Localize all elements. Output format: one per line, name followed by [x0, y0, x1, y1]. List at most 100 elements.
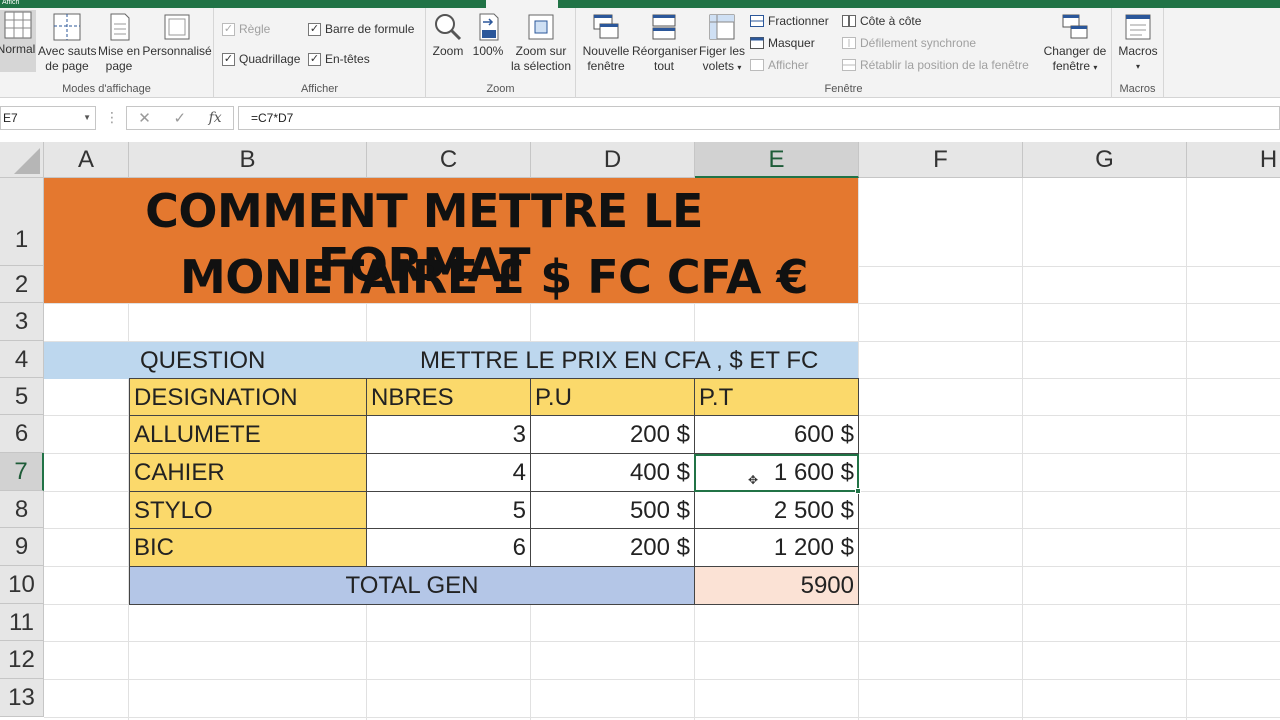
unhide-window-button[interactable]: Afficher: [750, 58, 808, 72]
pt-cell[interactable]: 1 200 $: [694, 528, 859, 567]
gridlines-checkbox-row[interactable]: ✓ Quadrillage: [222, 52, 300, 66]
unhide-window-label: Afficher: [768, 58, 809, 72]
page-layout-view-button[interactable]: Mise en page: [96, 12, 142, 74]
page-break-view-button[interactable]: Avec sauts de page: [38, 12, 96, 74]
new-window-button[interactable]: Nouvelle fenêtre: [578, 12, 634, 74]
pu-cell[interactable]: 200 $: [530, 415, 695, 454]
chevron-down-icon: ▾: [1135, 62, 1140, 71]
header-pu[interactable]: P.U: [530, 378, 695, 416]
pt-cell[interactable]: 600 $: [694, 415, 859, 454]
reset-position-button[interactable]: Rétablir la position de la fenêtre: [842, 58, 1029, 72]
side-by-side-label: Côte à côte: [860, 14, 922, 28]
insert-function-icon[interactable]: fx: [209, 110, 222, 126]
row-header-6[interactable]: 6: [0, 415, 44, 453]
total-value-cell[interactable]: 5900: [694, 566, 859, 605]
freeze-panes-button[interactable]: Figer les volets ▾: [696, 12, 748, 75]
formula-bar-checkbox[interactable]: ✓: [308, 22, 321, 36]
row-header-3[interactable]: 3: [0, 303, 44, 341]
designation-cell[interactable]: ALLUMETE: [129, 415, 367, 454]
headings-checkbox-row[interactable]: ✓ En-têtes: [308, 52, 370, 66]
active-cell-selection[interactable]: [694, 454, 861, 494]
ribbon: Normal Avec sauts de page Mise en page P…: [0, 8, 1280, 98]
normal-view-button[interactable]: Normal: [0, 10, 36, 72]
sync-scroll-button[interactable]: Défilement synchrone: [842, 36, 976, 50]
page-break-label-1: Avec sauts: [38, 44, 97, 58]
custom-view-label: Personnalisé: [142, 44, 212, 58]
pu-cell[interactable]: 400 $: [530, 453, 695, 492]
nbres-cell[interactable]: 4: [366, 453, 531, 492]
pt-cell[interactable]: 2 500 $: [694, 491, 859, 529]
designation-cell[interactable]: BIC: [129, 528, 367, 567]
zoom-button[interactable]: Zoom: [428, 12, 468, 59]
tab-active-stub[interactable]: [486, 0, 558, 8]
tab-affichage-stub[interactable]: Affich: [0, 0, 30, 8]
column-header-h[interactable]: H: [1187, 142, 1280, 178]
name-box[interactable]: E7 ▼: [0, 106, 96, 130]
switch-windows-label-2-text: fenêtre: [1052, 59, 1090, 73]
fill-handle[interactable]: [855, 488, 861, 494]
nbres-cell[interactable]: 6: [366, 528, 531, 567]
freeze-panes-label-2: volets ▾: [696, 59, 748, 75]
arrange-all-label-1: Réorganiser: [632, 44, 698, 58]
title-merged-cell[interactable]: COMMENT METTRE LE FORMAT MONETAIRE £ $ F…: [44, 178, 858, 304]
split-button[interactable]: Fractionner: [750, 14, 829, 28]
normal-view-icon: [4, 11, 32, 39]
headings-checkbox[interactable]: ✓: [308, 52, 321, 66]
arrange-all-icon: [652, 14, 676, 40]
header-pt[interactable]: P.T: [694, 378, 859, 416]
question-row[interactable]: QUESTION METTRE LE PRIX EN CFA , $ ET FC: [44, 342, 858, 379]
row-header-7[interactable]: 7: [0, 453, 44, 491]
column-header-e[interactable]: E: [695, 142, 859, 178]
chevron-down-icon[interactable]: ▼: [83, 107, 91, 129]
column-header-c[interactable]: C: [367, 142, 531, 178]
row-header-8[interactable]: 8: [0, 491, 44, 528]
column-header-b[interactable]: B: [129, 142, 367, 178]
reset-position-icon: [842, 59, 856, 71]
formula-bar-splitter-icon[interactable]: ⋮: [104, 106, 120, 130]
column-header-a[interactable]: A: [44, 142, 129, 178]
macros-button[interactable]: Macros ▾: [1114, 12, 1162, 74]
header-nbres[interactable]: NBRES: [366, 378, 531, 416]
row-header-9[interactable]: 9: [0, 528, 44, 566]
nbres-cell[interactable]: 5: [366, 491, 531, 529]
gridline: [1022, 178, 1023, 720]
formula-input[interactable]: =C7*D7: [238, 106, 1280, 130]
custom-view-button[interactable]: Personnalisé: [142, 12, 212, 59]
custom-view-icon: [164, 14, 190, 40]
column-header-g[interactable]: G: [1023, 142, 1187, 178]
total-label-cell[interactable]: TOTAL GEN: [129, 566, 695, 605]
pu-cell[interactable]: 500 $: [530, 491, 695, 529]
switch-windows-button[interactable]: Changer de fenêtre ▾: [1040, 12, 1110, 75]
zoom-100-button[interactable]: 100%: [470, 12, 506, 59]
cancel-icon[interactable]: ✕: [138, 109, 151, 127]
unhide-window-icon: [750, 59, 764, 71]
row-header-10[interactable]: 10: [0, 566, 44, 604]
zoom-selection-button[interactable]: Zoom sur la sélection: [508, 12, 574, 74]
arrange-all-button[interactable]: Réorganiser tout: [632, 12, 698, 74]
row-header-12[interactable]: 12: [0, 641, 44, 679]
row-header-13[interactable]: 13: [0, 679, 44, 717]
column-header-d[interactable]: D: [531, 142, 695, 178]
ruler-checkbox[interactable]: ✓: [222, 22, 235, 36]
formula-bar-checkbox-row[interactable]: ✓ Barre de formule: [308, 22, 414, 36]
formula-bar: E7 ▼ ⋮ ✕ ✓ fx =C7*D7: [0, 106, 1280, 132]
enter-icon[interactable]: ✓: [173, 109, 186, 127]
side-by-side-button[interactable]: Côte à côte: [842, 14, 921, 28]
gridlines-checkbox[interactable]: ✓: [222, 52, 235, 66]
row-header-11[interactable]: 11: [0, 604, 44, 641]
nbres-cell[interactable]: 3: [366, 415, 531, 454]
column-header-f[interactable]: F: [859, 142, 1023, 178]
spreadsheet-grid: A B C D E F G H 1 2 3 4 5 6 7 8 9 10 11 …: [0, 142, 1280, 720]
row-header-1[interactable]: 1: [0, 178, 44, 266]
select-all-button[interactable]: [0, 142, 44, 178]
row-header-2[interactable]: 2: [0, 266, 44, 303]
formula-buttons: ✕ ✓ fx: [126, 106, 234, 130]
row-header-4[interactable]: 4: [0, 341, 44, 378]
row-header-5[interactable]: 5: [0, 378, 44, 415]
pu-cell[interactable]: 200 $: [530, 528, 695, 567]
designation-cell[interactable]: CAHIER: [129, 453, 367, 492]
header-designation[interactable]: DESIGNATION: [129, 378, 367, 416]
hide-window-button[interactable]: Masquer: [750, 36, 815, 50]
designation-cell[interactable]: STYLO: [129, 491, 367, 529]
ruler-checkbox-row[interactable]: ✓ Règle: [222, 22, 270, 36]
